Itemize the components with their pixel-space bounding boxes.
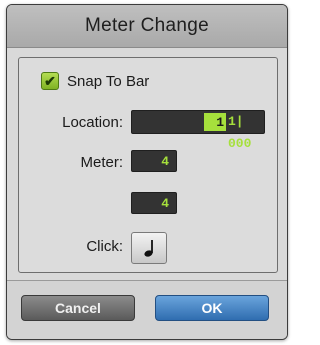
location-bar-value[interactable]: 1 bbox=[204, 113, 226, 131]
location-label: Location: bbox=[62, 114, 123, 131]
snap-to-bar-label: Snap To Bar bbox=[67, 72, 150, 90]
snap-to-bar-checkbox[interactable]: ✔ bbox=[41, 72, 59, 90]
meter-numerator-field[interactable]: 4 bbox=[131, 150, 177, 172]
meter-change-dialog: Meter Change ✔ Snap To Bar Location: 1 1… bbox=[6, 4, 288, 340]
cancel-button[interactable]: Cancel bbox=[21, 295, 135, 321]
meter-denominator-field[interactable]: 4 bbox=[131, 192, 177, 214]
quarter-note-icon bbox=[144, 240, 153, 257]
ok-button[interactable]: OK bbox=[155, 295, 269, 321]
meter-label: Meter: bbox=[80, 154, 123, 171]
location-field[interactable]: 1 1| 000 bbox=[131, 110, 265, 151]
dialog-title: Meter Change bbox=[7, 5, 287, 48]
snap-to-bar-row[interactable]: ✔ Snap To Bar bbox=[41, 72, 149, 90]
settings-panel: ✔ Snap To Bar Location: 1 1| 000 Meter: … bbox=[18, 57, 278, 273]
click-note-button[interactable] bbox=[131, 232, 167, 264]
location-beat-tick-value[interactable]: 1| 000 bbox=[228, 111, 264, 151]
dialog-footer: Cancel OK bbox=[7, 280, 287, 339]
click-label: Click: bbox=[86, 238, 123, 255]
